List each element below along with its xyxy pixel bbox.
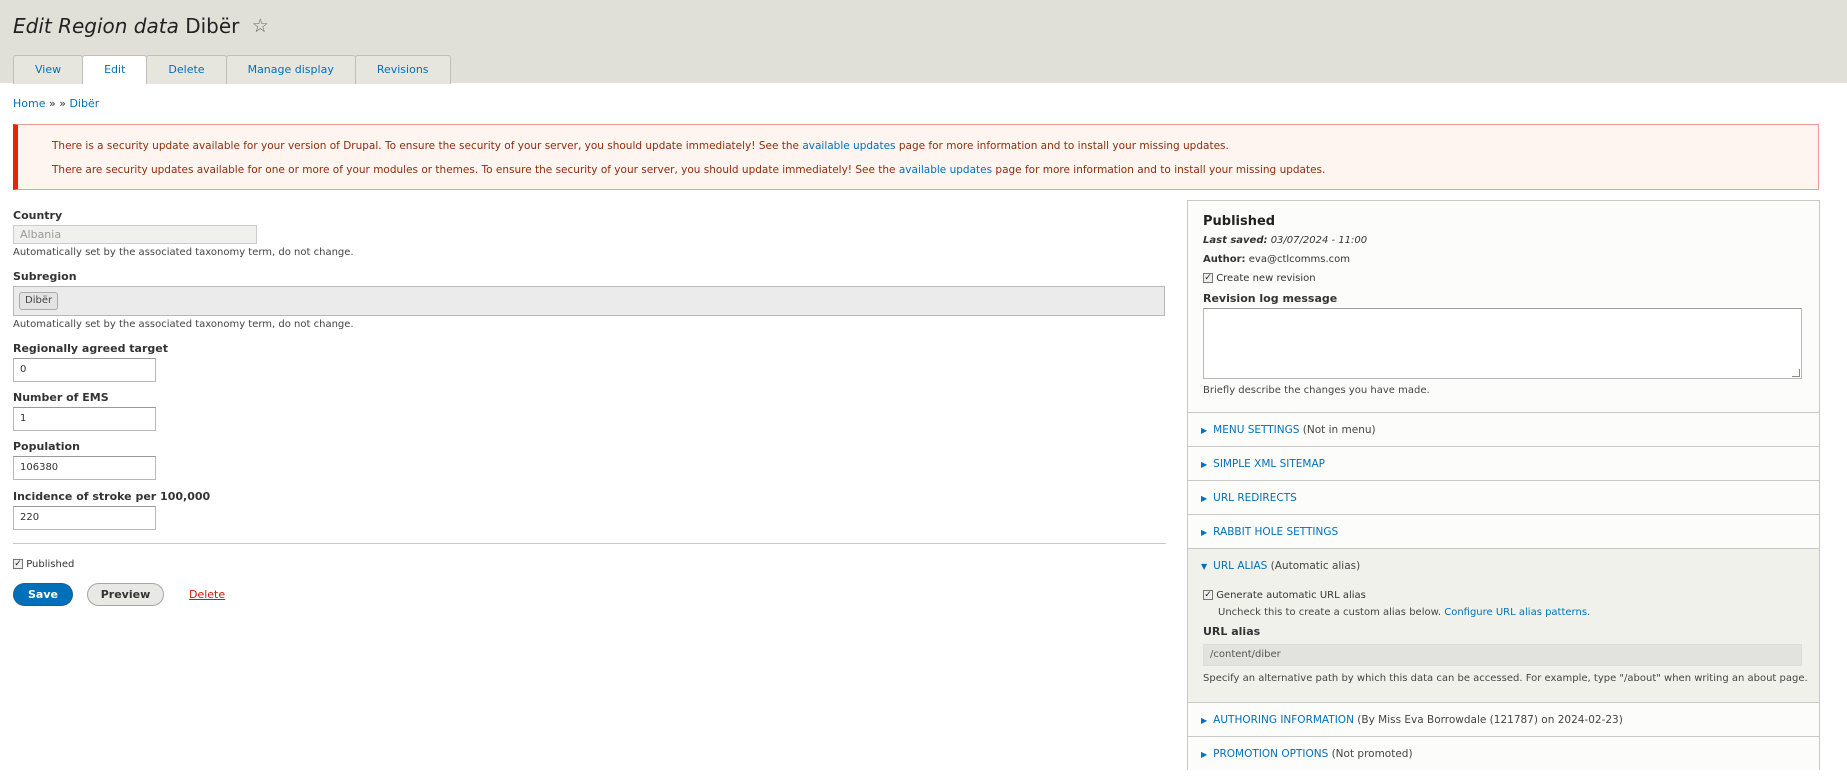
message-text: There are security updates available for… [52,164,896,176]
divider [13,543,1166,544]
generate-alias-row: ✓ Generate automatic URL alias [1203,590,1366,601]
published-label: Published [26,559,75,570]
page-title-name: Dibër [185,14,240,38]
tab-delete[interactable]: Delete [146,55,227,84]
preview-button[interactable]: Preview [87,583,164,606]
breadcrumb-home[interactable]: Home [13,97,45,110]
triangle-right-icon: ▶ [1201,750,1208,759]
triangle-down-icon: ▼ [1201,562,1208,571]
delete-link[interactable]: Delete [189,588,225,601]
section-title: Authoring information [1213,714,1354,726]
details-promotion-options[interactable]: ▶ Promotion options (Not promoted) [1188,736,1819,770]
section-title: Promotion options [1213,748,1329,760]
last-saved-value: 03/07/2024 - 11:00 [1270,235,1368,246]
population-input[interactable]: 106380 [13,456,156,480]
published-checkbox-row: ✓ Published [13,559,74,570]
create-revision-checkbox[interactable]: ✓ [1203,273,1213,283]
country-label: Country [13,209,63,222]
triangle-right-icon: ▶ [1201,716,1208,725]
subregion-field[interactable]: Dibër [13,286,1165,316]
details-url-redirects[interactable]: ▶ URL redirects [1188,480,1819,514]
section-note: (Not promoted) [1331,748,1413,760]
configure-alias-patterns-link[interactable]: Configure URL alias patterns. [1444,607,1590,618]
page-title-prefix: Edit Region data [13,14,179,38]
tab-manage-display[interactable]: Manage display [225,55,356,84]
url-alias-summary[interactable]: ▼ URL alias (Automatic alias) [1201,560,1360,572]
status-heading: Published [1203,214,1276,229]
details-menu-settings[interactable]: ▶ Menu settings (Not in menu) [1188,412,1819,446]
details-url-alias: ▼ URL alias (Automatic alias) ✓ Generate … [1188,548,1819,702]
sidebar: Published Last saved: 03/07/2024 - 11:00… [1187,200,1820,770]
breadcrumb-separator: » [48,97,56,110]
subregion-label: Subregion [13,270,77,283]
ems-label: Number of EMS [13,391,109,404]
available-updates-link[interactable]: available updates [899,164,992,176]
create-revision-label: Create new revision [1216,273,1316,284]
security-message-modules: There are security updates available for… [52,164,1325,176]
breadcrumb-separator: » [59,97,66,110]
save-button[interactable]: Save [13,583,73,606]
section-note: (Automatic alias) [1270,560,1361,572]
triangle-right-icon: ▶ [1201,494,1208,503]
url-alias-label: URL alias [1203,625,1261,638]
star-icon[interactable]: ☆ [252,15,269,37]
details-rabbit-hole-settings[interactable]: ▶ Rabbit hole settings [1188,514,1819,548]
section-title: Simple XML Sitemap [1213,458,1325,470]
create-revision-row: ✓ Create new revision [1203,273,1316,284]
resize-handle-icon[interactable] [1792,369,1800,377]
last-saved-label: Last saved: [1203,235,1268,246]
triangle-right-icon: ▶ [1201,460,1208,469]
country-field: Albania [13,225,257,244]
incidence-label: Incidence of stroke per 100,000 [13,490,211,503]
available-updates-link[interactable]: available updates [802,140,895,152]
generate-alias-label: Generate automatic URL alias [1216,590,1366,601]
target-input[interactable]: 0 [13,358,156,382]
section-title: Menu settings [1213,424,1300,436]
revision-log-textarea[interactable] [1203,308,1802,379]
triangle-right-icon: ▶ [1201,528,1208,537]
subregion-chip: Dibër [19,292,59,310]
revision-log-description: Briefly describe the changes you have ma… [1203,385,1430,396]
author-value: eva@ctlcomms.com [1248,254,1350,265]
section-title: URL redirects [1213,492,1297,504]
section-note: (Not in menu) [1302,424,1376,436]
error-messages: There is a security update available for… [13,124,1819,190]
page-title: Edit Region data Dibër ☆ [13,14,269,38]
details-simple-xml-sitemap[interactable]: ▶ Simple XML Sitemap [1188,446,1819,480]
message-text: There is a security update available for… [52,140,799,152]
message-text: page for more information and to install… [898,140,1229,152]
primary-tabs: View Edit Delete Manage display Revision… [13,55,451,84]
generate-alias-checkbox[interactable]: ✓ [1203,590,1213,600]
security-message-core: There is a security update available for… [52,140,1229,152]
tab-revisions[interactable]: Revisions [354,55,451,84]
last-saved: Last saved: 03/07/2024 - 11:00 [1203,235,1367,246]
population-label: Population [13,440,80,453]
revision-log-label: Revision log message [1203,292,1338,305]
uncheck-description: Uncheck this to create a custom alias be… [1218,607,1442,618]
triangle-right-icon: ▶ [1201,426,1208,435]
section-title: Rabbit hole settings [1213,526,1339,538]
url-alias-input: /content/diber [1203,644,1802,666]
target-label: Regionally agreed target [13,342,168,355]
generate-alias-description: Uncheck this to create a custom alias be… [1218,607,1590,618]
tab-edit[interactable]: Edit [82,55,148,84]
tab-view[interactable]: View [13,55,84,84]
breadcrumb: Home » » Dibër [13,97,99,110]
section-title: URL alias [1213,560,1268,572]
subregion-description: Automatically set by the associated taxo… [13,319,354,330]
author: Author: eva@ctlcomms.com [1203,254,1350,265]
details-authoring-information[interactable]: ▶ Authoring information (By Miss Eva Borr… [1188,702,1819,736]
author-label: Author: [1203,254,1246,265]
country-description: Automatically set by the associated taxo… [13,247,354,258]
url-alias-description: Specify an alternative path by which thi… [1203,673,1808,684]
entity-meta: Published Last saved: 03/07/2024 - 11:00… [1188,201,1819,412]
ems-input[interactable]: 1 [13,407,156,431]
message-text: page for more information and to install… [995,164,1326,176]
incidence-input[interactable]: 220 [13,506,156,530]
breadcrumb-current[interactable]: Dibër [69,97,99,110]
page-header: Edit Region data Dibër ☆ View Edit Delet… [0,0,1847,84]
published-checkbox[interactable]: ✓ [13,559,23,569]
section-note: (By Miss Eva Borrowdale (121787) on 2024… [1357,714,1623,726]
